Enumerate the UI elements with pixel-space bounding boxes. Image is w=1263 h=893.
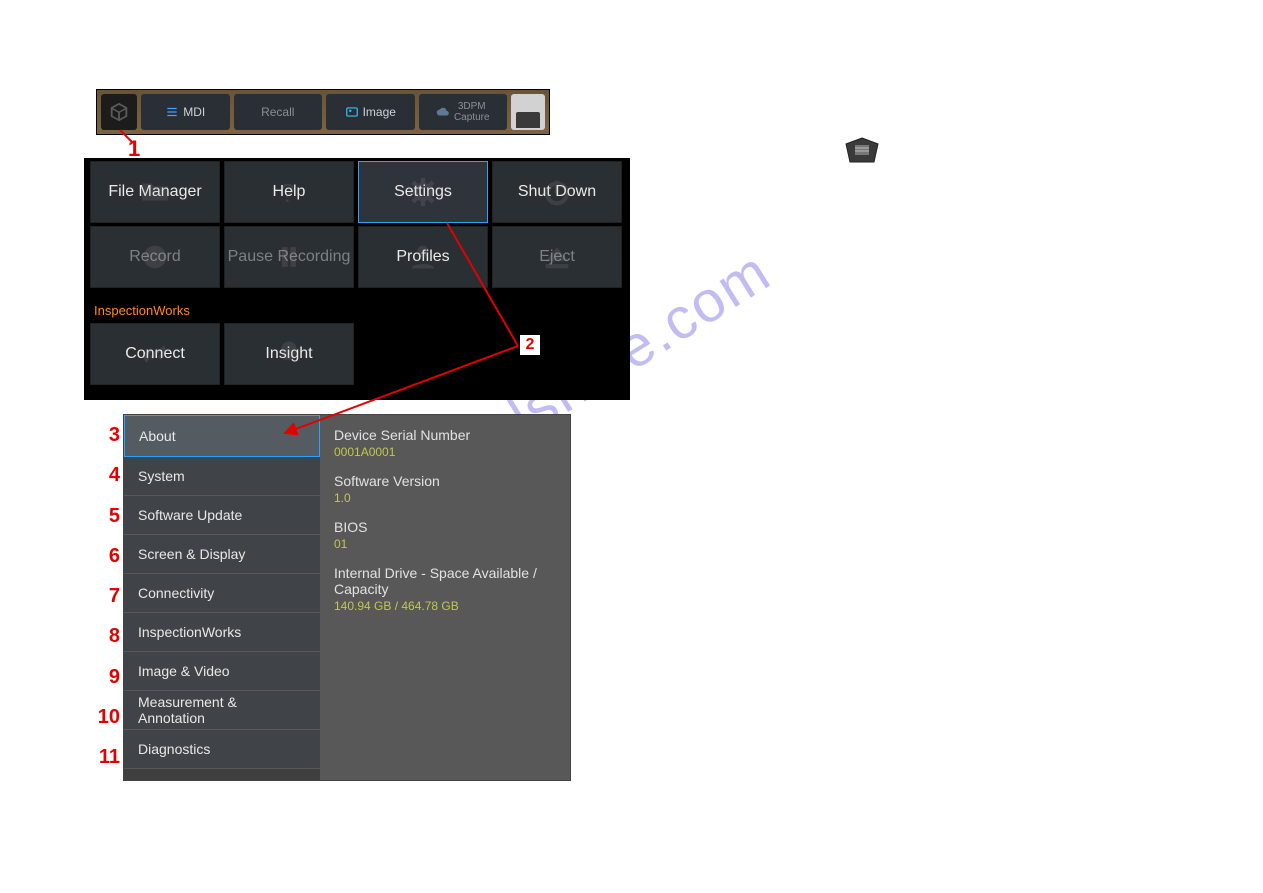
eject-tile[interactable]: Eject (492, 226, 622, 288)
software-version-value: 1.0 (334, 491, 556, 505)
sidebar-item-label: Software Update (138, 507, 242, 523)
folder-icon (91, 162, 219, 222)
sidebar-item-label: Diagnostics (138, 741, 210, 757)
shut-down-tile[interactable]: Shut Down (492, 161, 622, 223)
link-icon (91, 324, 219, 384)
toolbar-chip[interactable] (511, 94, 545, 130)
file-manager-tile[interactable]: File Manager (90, 161, 220, 223)
about-drive-row: Internal Drive - Space Available / Capac… (334, 565, 556, 613)
power-icon (493, 162, 621, 222)
settings-panel: About System Software Update Screen & Di… (123, 414, 571, 781)
recall-button[interactable]: Recall (234, 94, 323, 130)
sidebar-item-label: InspectionWorks (138, 624, 241, 640)
mdi-label: MDI (183, 105, 205, 119)
cube-icon (108, 101, 130, 123)
settings-content: Device Serial Number 0001A0001 Software … (320, 415, 570, 780)
tdpm-capture-button[interactable]: 3DPMCapture (419, 94, 508, 130)
drive-value: 140.94 GB / 464.78 GB (334, 599, 556, 613)
sidebar-item-connectivity[interactable]: Connectivity (124, 574, 320, 613)
serial-label: Device Serial Number (334, 427, 556, 443)
sidebar-item-label: About (139, 428, 176, 444)
drive-label: Internal Drive - Space Available / Capac… (334, 565, 556, 597)
image-button[interactable]: Image (326, 94, 415, 130)
recall-label: Recall (261, 105, 294, 119)
connect-tile[interactable]: Connect (90, 323, 220, 385)
sidebar-item-system[interactable]: System (124, 457, 320, 496)
record-tile[interactable]: Record (90, 226, 220, 288)
about-bios-row: BIOS 01 (334, 519, 556, 551)
sidebar-item-label: Connectivity (138, 585, 214, 601)
list-icon (165, 105, 179, 119)
profile-icon (359, 227, 487, 287)
bulb-icon (225, 324, 353, 384)
annotation-7: 7 (92, 585, 120, 607)
sidebar-item-about[interactable]: About (124, 415, 320, 457)
home-button[interactable] (101, 94, 137, 130)
annotation-numbers-column: 3 4 5 6 7 8 9 10 11 (92, 424, 120, 768)
sidebar-item-image-video[interactable]: Image & Video (124, 652, 320, 691)
svg-text:?: ? (281, 180, 295, 208)
insight-tile[interactable]: Insight (224, 323, 354, 385)
about-serial-row: Device Serial Number 0001A0001 (334, 427, 556, 459)
annotation-1: 1 (128, 136, 140, 162)
annotation-4: 4 (92, 464, 120, 486)
question-icon: ? (225, 162, 353, 222)
annotation-11: 11 (92, 746, 120, 768)
sidebar-item-label: Image & Video (138, 663, 230, 679)
annotation-9: 9 (92, 666, 120, 688)
annotation-5: 5 (92, 505, 120, 527)
software-version-label: Software Version (334, 473, 556, 489)
image-icon (345, 105, 359, 119)
sidebar-item-software-update[interactable]: Software Update (124, 496, 320, 535)
main-menu-panel: File Manager ? Help Settings Shut Down R… (84, 158, 630, 400)
top-toolbar: MDI Recall Image 3DPMCapture (96, 89, 550, 135)
bios-label: BIOS (334, 519, 556, 535)
sidebar-item-label: Measurement & Annotation (138, 694, 306, 726)
annotation-8: 8 (92, 625, 120, 647)
settings-sidebar: About System Software Update Screen & Di… (124, 415, 320, 780)
about-software-row: Software Version 1.0 (334, 473, 556, 505)
sidebar-item-screen-display[interactable]: Screen & Display (124, 535, 320, 574)
annotation-10: 10 (92, 706, 120, 728)
serial-value: 0001A0001 (334, 445, 556, 459)
settings-tile[interactable]: Settings (358, 161, 488, 223)
decorative-cube-icon (842, 134, 882, 174)
profiles-tile[interactable]: Profiles (358, 226, 488, 288)
cloud-icon (436, 105, 450, 119)
sidebar-item-label: System (138, 468, 185, 484)
eject-icon (493, 227, 621, 287)
image-label: Image (363, 105, 396, 119)
pause-icon (225, 227, 353, 287)
annotation-3: 3 (92, 424, 120, 446)
annotation-6: 6 (92, 545, 120, 567)
inspectionworks-section-label: InspectionWorks (84, 288, 630, 320)
sidebar-item-label: Screen & Display (138, 546, 245, 562)
sidebar-item-diagnostics[interactable]: Diagnostics (124, 730, 320, 769)
gear-icon (359, 162, 487, 222)
annotation-2: 2 (519, 334, 541, 356)
tdpm-label: 3DPMCapture (454, 101, 490, 123)
sidebar-item-measurement[interactable]: Measurement & Annotation (124, 691, 320, 730)
sidebar-item-inspectionworks[interactable]: InspectionWorks (124, 613, 320, 652)
bios-value: 01 (334, 537, 556, 551)
mdi-button[interactable]: MDI (141, 94, 230, 130)
record-circle-icon (91, 227, 219, 287)
pause-recording-tile[interactable]: Pause Recording (224, 226, 354, 288)
help-tile[interactable]: ? Help (224, 161, 354, 223)
